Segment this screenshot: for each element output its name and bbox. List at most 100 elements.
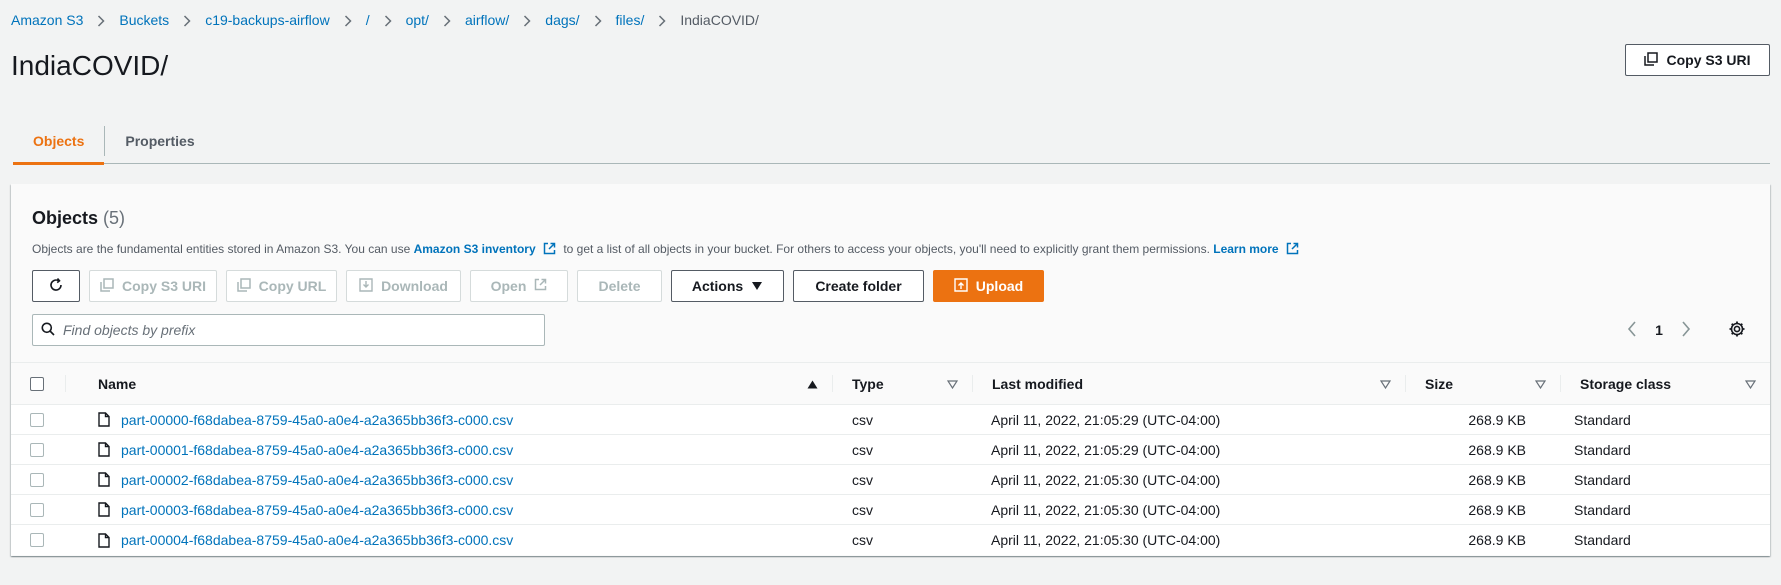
object-name-cell: part-00001-f68dabea-8759-45a0-a0e4-a2a36… <box>65 442 832 458</box>
row-checkbox[interactable] <box>30 502 44 517</box>
row-checkbox[interactable] <box>30 472 44 487</box>
object-name-link[interactable]: part-00004-f68dabea-8759-45a0-a0e4-a2a36… <box>121 532 513 548</box>
delete-button[interactable]: Delete <box>577 270 662 302</box>
breadcrumb-amazon-s3[interactable]: Amazon S3 <box>11 12 83 28</box>
object-storage-class: Standard <box>1574 411 1631 428</box>
objects-panel-title: Objects (5) <box>32 208 125 229</box>
object-storage-class: Standard <box>1574 501 1631 518</box>
refresh-button[interactable] <box>32 270 80 302</box>
column-header-type[interactable]: Type <box>832 363 972 404</box>
breadcrumb-dags[interactable]: dags/ <box>545 12 579 28</box>
sort-icon[interactable] <box>1744 376 1757 392</box>
search-input[interactable] <box>63 322 544 338</box>
create-folder-button[interactable]: Create folder <box>793 270 924 302</box>
select-all-checkbox[interactable] <box>30 376 44 391</box>
sort-icon[interactable] <box>1534 376 1547 392</box>
tab-objects[interactable]: Objects <box>13 118 105 165</box>
tab-properties[interactable]: Properties <box>105 118 214 164</box>
column-header-storage-class[interactable]: Storage class <box>1560 363 1770 404</box>
objects-count: (5) <box>103 208 126 228</box>
table-row[interactable]: part-00001-f68dabea-8759-45a0-a0e4-a2a36… <box>11 435 1770 465</box>
tab-bar: Objects Properties <box>13 118 1770 165</box>
download-button[interactable]: Download <box>346 270 461 302</box>
column-header-name[interactable]: Name <box>65 363 832 404</box>
refresh-icon <box>48 277 64 296</box>
breadcrumb-airflow[interactable]: airflow/ <box>465 12 509 28</box>
objects-panel: Objects (5) Objects are the fundamental … <box>11 184 1770 556</box>
actions-label: Actions <box>691 278 744 294</box>
table-row[interactable]: part-00000-f68dabea-8759-45a0-a0e4-a2a36… <box>11 405 1770 435</box>
column-size-label: Size <box>1425 375 1454 392</box>
sort-ascending-icon[interactable] <box>807 376 818 392</box>
search-box <box>32 314 545 346</box>
actions-dropdown-button[interactable]: Actions <box>671 270 784 302</box>
row-checkbox[interactable] <box>30 412 44 427</box>
row-select-cell <box>11 442 65 457</box>
copy-s3-uri-header-label: Copy S3 URI <box>1666 52 1751 68</box>
object-name-cell: part-00004-f68dabea-8759-45a0-a0e4-a2a36… <box>65 532 832 548</box>
external-link-icon <box>534 278 547 294</box>
chevron-right-icon <box>330 12 366 28</box>
breadcrumb-current: IndiaCOVID/ <box>680 12 759 28</box>
column-header-last-modified[interactable]: Last modified <box>972 363 1405 404</box>
copy-s3-uri-label: Copy S3 URI <box>122 278 207 294</box>
objects-toolbar: Copy S3 URI Copy URL Download Open Delet… <box>32 270 1044 302</box>
row-checkbox[interactable] <box>30 442 44 457</box>
upload-button[interactable]: Upload <box>933 270 1044 302</box>
object-name-link[interactable]: part-00001-f68dabea-8759-45a0-a0e4-a2a36… <box>121 442 513 458</box>
download-label: Download <box>381 278 448 294</box>
download-icon <box>359 277 373 295</box>
objects-description: Objects are the fundamental entities sto… <box>32 242 1303 258</box>
breadcrumb-files[interactable]: files/ <box>616 12 645 28</box>
current-page-number[interactable]: 1 <box>1646 322 1672 338</box>
file-icon <box>98 502 110 517</box>
breadcrumb-bucket[interactable]: c19-backups-airflow <box>205 12 330 28</box>
previous-page-button[interactable] <box>1618 320 1646 340</box>
upload-icon <box>954 277 968 295</box>
table-row[interactable]: part-00004-f68dabea-8759-45a0-a0e4-a2a36… <box>11 525 1770 555</box>
table-row[interactable]: part-00002-f68dabea-8759-45a0-a0e4-a2a36… <box>11 465 1770 495</box>
object-last-modified: April 11, 2022, 21:05:30 (UTC-04:00) <box>991 532 1221 548</box>
column-header-size[interactable]: Size <box>1405 363 1560 404</box>
external-link-icon <box>543 242 556 258</box>
sort-icon[interactable] <box>1379 376 1392 392</box>
row-checkbox[interactable] <box>30 533 44 547</box>
object-name-link[interactable]: part-00003-f68dabea-8759-45a0-a0e4-a2a36… <box>121 502 513 518</box>
next-page-button[interactable] <box>1672 320 1700 340</box>
chevron-right-icon <box>509 12 545 28</box>
object-name-link[interactable]: part-00002-f68dabea-8759-45a0-a0e4-a2a36… <box>121 472 513 488</box>
copy-icon <box>100 277 114 295</box>
sort-icon[interactable] <box>946 376 959 392</box>
objects-title-text: Objects <box>32 208 99 228</box>
file-icon <box>98 412 110 427</box>
s3-inventory-link[interactable]: Amazon S3 inventory <box>414 242 536 256</box>
object-size: 268.9 KB <box>1468 532 1526 548</box>
objects-desc-before: Objects are the fundamental entities sto… <box>32 242 411 256</box>
object-name-link[interactable]: part-00000-f68dabea-8759-45a0-a0e4-a2a36… <box>121 412 513 428</box>
copy-url-button[interactable]: Copy URL <box>226 270 337 302</box>
copy-s3-uri-header-button[interactable]: Copy S3 URI <box>1625 44 1770 76</box>
breadcrumb-buckets[interactable]: Buckets <box>119 12 169 28</box>
object-storage-class: Standard <box>1574 471 1631 488</box>
copy-s3-uri-button[interactable]: Copy S3 URI <box>89 270 217 302</box>
upload-label: Upload <box>975 278 1024 294</box>
object-storage-class: Standard <box>1574 441 1631 458</box>
open-button[interactable]: Open <box>470 270 568 302</box>
copy-url-label: Copy URL <box>258 278 327 294</box>
object-size: 268.9 KB <box>1468 441 1526 458</box>
learn-more-link[interactable]: Learn more <box>1213 242 1278 256</box>
chevron-right-icon <box>580 12 616 28</box>
gear-icon[interactable] <box>1728 320 1746 341</box>
table-row[interactable]: part-00003-f68dabea-8759-45a0-a0e4-a2a36… <box>11 495 1770 525</box>
table-header: Name Type Last modified Size Storage cla… <box>11 362 1770 405</box>
object-size: 268.9 KB <box>1468 411 1526 428</box>
object-size: 268.9 KB <box>1468 471 1526 488</box>
object-storage-class: Standard <box>1574 532 1631 548</box>
chevron-right-icon <box>83 12 119 28</box>
file-icon <box>98 472 110 487</box>
copy-icon <box>1644 51 1659 69</box>
delete-label: Delete <box>598 278 641 294</box>
copy-icon <box>236 277 251 295</box>
column-name-label: Name <box>98 375 137 392</box>
breadcrumb-opt[interactable]: opt/ <box>406 12 429 28</box>
